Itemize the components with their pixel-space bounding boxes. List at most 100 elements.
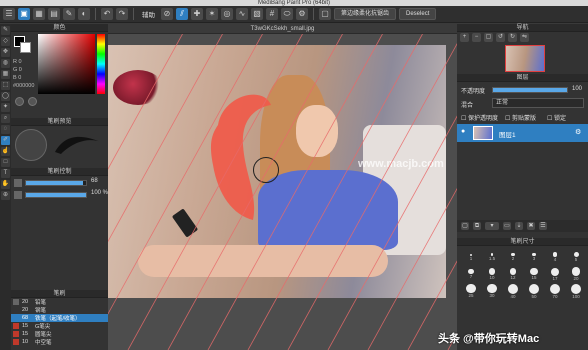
brush-size-cell[interactable]: 30 (482, 283, 502, 299)
layer-menu-icon[interactable]: ☰ (539, 222, 547, 230)
eraser-tool-icon[interactable]: ◇ (1, 37, 10, 46)
brush-size-label: 15 (22, 323, 29, 329)
brush-size-cell[interactable]: 100 (566, 283, 586, 299)
text-tool-icon[interactable]: T (1, 169, 10, 178)
antialias-icon[interactable]: ▢ (319, 8, 331, 20)
brush-size-cell[interactable]: 1.5 (482, 249, 502, 265)
ellipse-snap-icon[interactable]: ⬭ (281, 8, 293, 20)
brush-size-dot (571, 267, 581, 276)
brush-opacity-slider[interactable] (25, 192, 87, 198)
opacity-lock-icon[interactable] (14, 191, 22, 199)
flip-icon[interactable]: ⇋ (520, 33, 529, 42)
layer-type-icon[interactable]: ▾ (485, 222, 499, 230)
brush-size-cell[interactable]: 12 (503, 266, 523, 282)
merge-icon[interactable]: ⇣ (515, 222, 523, 230)
main-toolbar: ☰ ▣ ▦ ▤ ✎ ◐ ↶ ↷ 辅助 ⊘ ⫽ ✚ ✶ ◎ ∿ ▧ # ⬭ ⚙ ▢… (0, 6, 588, 23)
brush-size-cell[interactable]: 3 (524, 249, 544, 265)
brush-settings-icon[interactable]: ✎ (63, 8, 75, 20)
folder-icon[interactable]: ▭ (503, 222, 511, 230)
brush-size-slider[interactable] (25, 180, 87, 186)
layers-icon[interactable]: ▤ (48, 8, 60, 20)
curve-snap-icon[interactable]: ∿ (236, 8, 248, 20)
lasso-tool-icon[interactable]: ◯ (1, 92, 10, 101)
rotate-right-icon[interactable]: ↻ (508, 33, 517, 42)
brush-size-grid: 1 1.5 2 3 4 5 7 10 12 15 17 20 25 30 40 50 70 100 (461, 249, 586, 299)
brush-size-cell[interactable]: 70 (545, 283, 565, 299)
zoom-in-icon[interactable]: + (460, 33, 469, 42)
layer-row[interactable]: ● 图层1 ⚙ (457, 124, 588, 142)
duplicate-layer-icon[interactable]: ⧉ (473, 222, 481, 230)
protect-alpha-checkbox[interactable]: ☐ 保护透明度 (461, 113, 498, 122)
dropper-tool-icon[interactable]: ⌕ (1, 114, 10, 123)
brush-size-cell[interactable]: 10 (482, 266, 502, 282)
brush-size-number: 4 (553, 256, 557, 262)
size-lock-icon[interactable] (14, 179, 22, 187)
snap-off-icon[interactable]: ⊘ (161, 8, 173, 20)
fit-icon[interactable]: ▢ (484, 33, 493, 42)
brush-size-cell[interactable]: 50 (524, 283, 544, 299)
hand-tool-icon[interactable]: ✋ (1, 180, 10, 189)
brush-size-cell[interactable]: 2 (503, 249, 523, 265)
canvas-area[interactable]: www.macjb.com (108, 24, 457, 350)
brush-size-cell[interactable]: 15 (524, 266, 544, 282)
color-mode-icon[interactable] (15, 97, 24, 106)
save-icon[interactable]: ▣ (18, 8, 30, 20)
fill-tool-icon[interactable]: ◍ (1, 59, 10, 68)
smudge-tool-icon[interactable]: ☝ (1, 147, 10, 156)
brush-size-cell[interactable]: 5 (566, 249, 586, 265)
circle-snap-icon[interactable]: ◎ (221, 8, 233, 20)
focus-snap-icon[interactable]: ✶ (206, 8, 218, 20)
layer-settings-icon[interactable]: ⚙ (575, 128, 581, 136)
document-tab[interactable]: T3wGKcSekh_small.jpg (108, 24, 457, 34)
color-picker-field[interactable] (38, 34, 95, 94)
zoom-out-icon[interactable]: − (472, 33, 481, 42)
brush-size-cell[interactable]: 4 (545, 249, 565, 265)
brush-size-cell[interactable]: 17 (545, 266, 565, 282)
gradient-tool-icon[interactable]: ▦ (1, 70, 10, 79)
rotate-left-icon[interactable]: ↺ (496, 33, 505, 42)
clipping-checkbox[interactable]: ☐ 剪贴蒙版 (505, 113, 536, 122)
antialias-button[interactable]: 第边缘柔化抗锯齿 (334, 8, 397, 20)
hue-slider[interactable] (97, 34, 105, 94)
brush-list-item[interactable]: 10 中空笔 (11, 338, 108, 346)
select-tool-icon[interactable]: ⬚ (1, 81, 10, 90)
brush-list-item[interactable]: 20 铅笔 (11, 298, 108, 306)
lock-checkbox[interactable]: ☐ 锁定 (547, 113, 566, 122)
magic-wand-icon[interactable]: ✦ (1, 103, 10, 112)
shape-tool-icon[interactable]: □ (1, 158, 10, 167)
settings-snap-icon[interactable]: ⚙ (296, 8, 308, 20)
blend-mode-select[interactable]: 正常 (492, 98, 584, 108)
brush-list-item[interactable]: 15 圆笔尖 (11, 330, 108, 338)
perspective-icon[interactable]: ▧ (251, 8, 263, 20)
color-history-icon[interactable] (28, 97, 37, 106)
brush-size-cell[interactable]: 7 (461, 266, 481, 282)
pen-tool-icon[interactable]: ✎ (1, 26, 10, 35)
background-color-swatch[interactable] (20, 42, 31, 53)
brush-list-item[interactable]: 68 铁笔（起笔/收笔） (11, 314, 108, 322)
layer-opacity-slider[interactable] (492, 87, 568, 93)
grid-icon[interactable]: ▦ (33, 8, 45, 20)
move-tool-icon[interactable]: ✥ (1, 48, 10, 57)
brush-size-cell[interactable]: 20 (566, 266, 586, 282)
grid-snap-icon[interactable]: # (266, 8, 278, 20)
brush-name-label: 铅笔 (35, 300, 47, 306)
delete-layer-icon[interactable]: ✖ (527, 222, 535, 230)
brush-list-item[interactable]: 15 G笔尖 (11, 322, 108, 330)
brush-size-cell[interactable]: 25 (461, 283, 481, 299)
new-layer-icon[interactable]: ▢ (461, 222, 469, 230)
navigator-thumbnail[interactable] (505, 45, 545, 72)
brush-size-cell[interactable]: 1 (461, 249, 481, 265)
deselect-button[interactable]: Deselect (399, 8, 437, 20)
cross-snap-icon[interactable]: ✚ (191, 8, 203, 20)
brush-list-item[interactable]: 20 钢笔 (11, 306, 108, 314)
parallel-snap-icon[interactable]: ⫽ (176, 8, 188, 20)
menu-icon[interactable]: ☰ (3, 8, 15, 20)
undo-icon[interactable]: ↶ (101, 8, 113, 20)
eye-icon[interactable]: ● (461, 128, 465, 135)
brush-tool-icon[interactable]: ✐ (1, 136, 10, 145)
zoom-tool-icon[interactable]: ⊕ (1, 191, 10, 200)
palette-icon[interactable]: ◐ (78, 8, 90, 20)
blur-tool-icon[interactable]: ◌ (1, 125, 10, 134)
brush-size-cell[interactable]: 40 (503, 283, 523, 299)
redo-icon[interactable]: ↷ (116, 8, 128, 20)
